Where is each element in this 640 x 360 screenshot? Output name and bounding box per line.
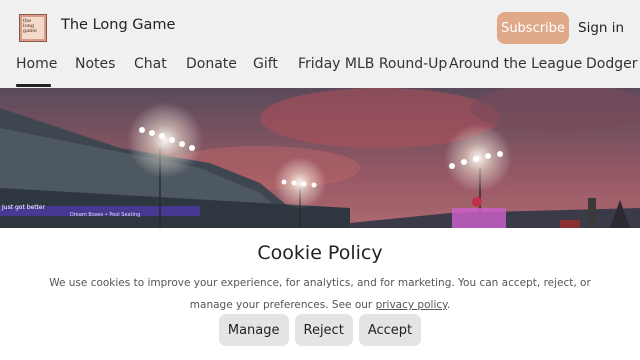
logo-text: the long game — [22, 17, 44, 39]
nav-item-donate[interactable]: Donate — [186, 56, 237, 72]
active-tab-indicator — [16, 84, 51, 87]
nav-item-around-the-league[interactable]: Around the League — [449, 56, 582, 72]
privacy-policy-link[interactable]: privacy policy — [376, 299, 447, 311]
cookie-banner: Cookie Policy We use cookies to improve … — [0, 228, 640, 360]
nav-item-notes[interactable]: Notes — [75, 56, 115, 72]
accept-button[interactable]: Accept — [358, 314, 422, 346]
stadium-ribbon-text: Dream Boxes • Pool Seating — [70, 212, 140, 218]
reject-button[interactable]: Reject — [294, 314, 353, 346]
subscribe-button[interactable]: Subscribe — [497, 12, 569, 44]
manage-button[interactable]: Manage — [218, 314, 289, 346]
publication-title[interactable]: The Long Game — [61, 17, 175, 33]
cookie-description: We use cookies to improve your experienc… — [30, 272, 610, 316]
cookie-text-body: We use cookies to improve your experienc… — [49, 277, 591, 311]
nav-item-dodger[interactable]: Dodger D — [586, 56, 640, 72]
nav-item-home[interactable]: Home — [16, 56, 57, 72]
nav-item-chat[interactable]: Chat — [134, 56, 167, 72]
nav-item-gift[interactable]: Gift — [253, 56, 278, 72]
cookie-title: Cookie Policy — [257, 242, 383, 264]
publication-logo[interactable]: the long game — [19, 14, 47, 42]
sign-in-button[interactable]: Sign in — [578, 12, 624, 44]
cookie-actions: Manage Reject Accept — [0, 314, 640, 346]
site-header: the long game The Long Game Subscribe Si… — [0, 0, 640, 88]
stadium-banner-text: Just got better — [1, 204, 46, 211]
cookie-text-end: . — [446, 299, 451, 311]
nav-bar: Home Notes Chat Donate Gift Friday MLB R… — [0, 52, 640, 88]
nav-item-friday-mlb-round-up[interactable]: Friday MLB Round-Up — [298, 56, 447, 72]
